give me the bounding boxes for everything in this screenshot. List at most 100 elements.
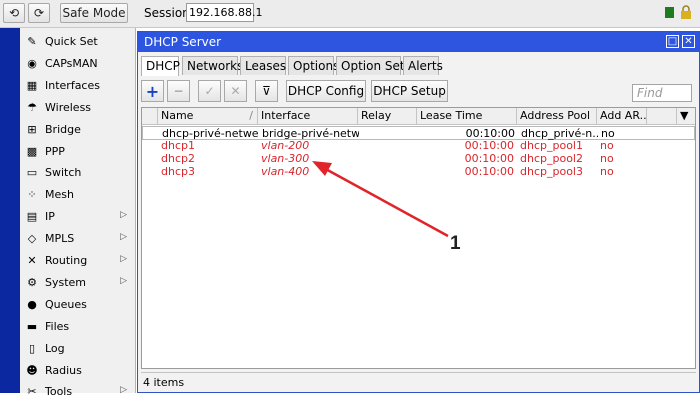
sidebar-item-capsman[interactable]: ◉ CAPsMAN — [20, 53, 135, 74]
column-relay[interactable]: Relay — [358, 108, 417, 124]
wireless-icon: ☂ — [27, 100, 37, 114]
undo-icon: ⟲ — [8, 6, 20, 20]
column-lease-time[interactable]: Lease Time — [417, 108, 517, 124]
cell-relay — [358, 152, 417, 166]
mpls-icon: ◇ — [27, 232, 37, 246]
queues-icon: ● — [27, 297, 37, 311]
undo-button[interactable]: ⟲ — [3, 3, 25, 23]
cell-pool: dhcp_pool1 — [520, 139, 583, 152]
redo-button[interactable]: ⟳ — [28, 3, 50, 23]
sidebar-item-label: Mesh — [45, 188, 74, 202]
mesh-icon: ⁘ — [27, 188, 37, 202]
sidebar-item-radius[interactable]: ☻ Radius — [20, 360, 135, 381]
cell-interface: vlan-300 — [261, 152, 310, 165]
safe-mode-button[interactable]: Safe Mode — [60, 3, 128, 23]
submenu-arrow-icon: ▷ — [120, 254, 127, 264]
sidebar-item-bridge[interactable]: ⊞ Bridge — [20, 119, 135, 140]
sidebar-item-system[interactable]: ⚙ System ▷ — [20, 272, 135, 293]
table-row[interactable]: dhcp3 vlan-400 00:10:00 dhcp_pool3 no — [142, 165, 695, 179]
window-titlebar[interactable]: DHCP Server □ ✕ — [138, 32, 699, 52]
redo-icon: ⟳ — [33, 6, 45, 20]
filter-button[interactable]: ⊽ — [255, 80, 278, 102]
sidebar-item-label: Wireless — [45, 100, 92, 114]
sidebar-item-label: Routing — [45, 254, 88, 267]
quick-set-icon: ✎ — [27, 35, 37, 48]
sidebar-item-files[interactable]: ▬ Files — [20, 316, 135, 337]
sidebar-item-queues[interactable]: ● Queues — [20, 294, 135, 315]
dhcp-config-button[interactable]: DHCP Config — [286, 80, 366, 102]
sidebar-item-quick-set[interactable]: ✎ Quick Set — [20, 31, 135, 52]
sidebar-item-wireless[interactable]: ☂ Wireless — [20, 97, 135, 118]
sidebar-item-log[interactable]: ▯ Log — [20, 338, 135, 359]
enable-button[interactable]: ✓ — [198, 80, 221, 102]
sidebar-item-routing[interactable]: ✕ Routing ▷ — [20, 250, 135, 271]
find-input[interactable]: Find — [632, 84, 692, 102]
sidebar-item-mesh[interactable]: ⁘ Mesh — [20, 184, 135, 205]
session-field[interactable]: 192.168.88.1 — [186, 3, 262, 22]
table-row[interactable]: dhcp2 vlan-300 00:10:00 dhcp_pool2 no — [142, 152, 695, 166]
column-interface[interactable]: Interface — [258, 108, 358, 124]
submenu-arrow-icon: ▷ — [120, 275, 127, 286]
sidebar-item-interfaces[interactable]: ▦ Interfaces — [20, 75, 135, 96]
tab-options[interactable]: Options — [288, 56, 339, 75]
cell-name: dhcp3 — [161, 165, 195, 178]
cell-relay — [358, 165, 417, 179]
dhcp-setup-button[interactable]: DHCP Setup — [371, 80, 448, 102]
capsman-icon: ◉ — [27, 56, 37, 70]
sidebar-brand-strip — [0, 28, 20, 393]
sidebar-item-label: Log — [45, 341, 65, 355]
status-indicator — [665, 7, 674, 18]
sidebar-item-label: Queues — [45, 297, 87, 311]
tab-networks[interactable]: Networks — [182, 56, 243, 75]
sidebar-item-label: IP — [45, 210, 55, 224]
column-address-pool[interactable]: Address Pool — [517, 108, 597, 124]
lock-icon — [681, 5, 691, 19]
tab-dhcp[interactable]: DHCP — [141, 56, 180, 76]
cross-icon: ✕ — [230, 84, 241, 98]
maximize-button[interactable]: □ — [666, 35, 679, 48]
system-icon: ⚙ — [27, 275, 37, 289]
cell-relay — [358, 139, 417, 153]
column-add-arp[interactable]: Add AR... — [597, 108, 647, 124]
dhcp-table: Name / Interface Relay Lease Time Addres… — [141, 107, 696, 369]
cell-interface: vlan-200 — [261, 139, 310, 152]
sidebar-item-label: Radius — [45, 363, 82, 377]
close-button[interactable]: ✕ — [682, 35, 695, 48]
sidebar-item-ip[interactable]: ▤ IP ▷ — [20, 206, 135, 227]
tab-alerts[interactable]: Alerts — [403, 56, 443, 75]
cell-lease: 00:10:00 — [464, 139, 514, 152]
dhcp-config-label: DHCP Config — [287, 84, 365, 98]
sidebar-item-label: PPP — [45, 144, 65, 158]
table-row[interactable]: dhcp1 vlan-200 00:10:00 dhcp_pool1 no — [142, 139, 695, 153]
column-name[interactable]: Name / — [158, 108, 258, 124]
sidebar-item-mpls[interactable]: ◇ MPLS ▷ — [20, 228, 135, 249]
columns-dropdown[interactable]: ▼ — [677, 108, 695, 124]
switch-icon: ▭ — [26, 166, 38, 180]
sidebar-item-ppp[interactable]: ▩ PPP — [20, 141, 135, 162]
column-blank — [647, 108, 677, 124]
cell-add-arp: no — [600, 139, 614, 152]
check-icon: ✓ — [204, 84, 215, 98]
sidebar: ✎ Quick Set ◉ CAPsMAN ▦ Interfaces ☂ Wireless ⊞ B… — [20, 28, 136, 398]
main-toolbar: ⟲ ⟳ Safe Mode Session: 192.168.88.1 — [0, 0, 700, 28]
sidebar-item-label: CAPsMAN — [45, 56, 98, 70]
dropdown-arrow-icon: ▼ — [680, 109, 689, 122]
cell-add-arp: no — [600, 152, 614, 165]
tab-option-sets[interactable]: Option Sets — [336, 56, 411, 75]
sidebar-item-label: Tools — [45, 385, 73, 399]
sidebar-item-tools[interactable]: ✂ Tools ▷ — [20, 381, 135, 402]
bridge-icon: ⊞ — [27, 122, 37, 136]
remove-button[interactable]: − — [167, 80, 190, 102]
radius-icon: ☻ — [26, 363, 38, 377]
status-bar: 4 items — [141, 372, 696, 389]
add-button[interactable]: + — [141, 80, 164, 102]
table-row[interactable]: dhcp-privé-netwerk bridge-privé-netw 00:10… — [142, 126, 695, 140]
sidebar-item-switch[interactable]: ▭ Switch — [20, 162, 135, 183]
cell-interface: vlan-400 — [261, 165, 310, 178]
table-header: Name / Interface Relay Lease Time Addres… — [142, 108, 695, 125]
cell-lease: 00:10:00 — [464, 165, 514, 178]
log-icon: ▯ — [28, 341, 36, 355]
interfaces-icon: ▦ — [26, 78, 38, 92]
tab-leases[interactable]: Leases — [240, 56, 286, 75]
disable-button[interactable]: ✕ — [224, 80, 247, 102]
